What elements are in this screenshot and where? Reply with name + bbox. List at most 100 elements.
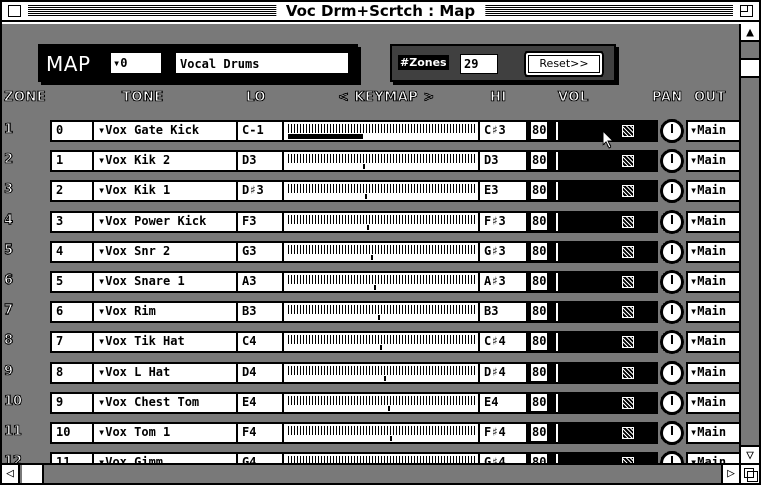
keymap-range-marker[interactable] bbox=[374, 285, 377, 290]
output-popup[interactable]: ▾Main bbox=[686, 180, 739, 203]
keymap-range-marker[interactable] bbox=[380, 345, 383, 351]
lo-key-field[interactable]: E4 bbox=[236, 391, 284, 414]
keymap-strip[interactable] bbox=[282, 422, 480, 444]
tone-index-field[interactable]: 2 bbox=[50, 180, 94, 203]
keymap-strip[interactable] bbox=[282, 271, 480, 293]
tone-index-field[interactable]: 10 bbox=[50, 422, 94, 444]
output-popup[interactable]: ▾Main bbox=[686, 240, 739, 263]
hi-key-field[interactable]: C♯4 bbox=[478, 331, 528, 354]
vertical-scrollbar[interactable]: ▲ ▽ bbox=[739, 24, 759, 463]
volume-slider-thumb[interactable] bbox=[622, 396, 634, 409]
volume-slider[interactable]: 80 bbox=[526, 391, 658, 414]
pan-knob-icon[interactable] bbox=[660, 179, 684, 204]
volume-slider-thumb[interactable] bbox=[622, 366, 634, 379]
tone-popup[interactable]: ▾Vox Tom 1 bbox=[92, 422, 238, 444]
pan-knob-icon[interactable] bbox=[660, 239, 684, 264]
output-popup[interactable]: ▾Main bbox=[686, 391, 739, 414]
tone-index-field[interactable]: 1 bbox=[50, 150, 94, 173]
pan-knob-icon[interactable] bbox=[660, 421, 684, 445]
volume-slider-thumb[interactable] bbox=[622, 155, 634, 168]
hi-key-field[interactable]: F♯3 bbox=[478, 210, 528, 233]
hi-key-field[interactable]: E3 bbox=[478, 180, 528, 203]
lo-key-field[interactable]: C4 bbox=[236, 331, 284, 354]
volume-value[interactable]: 80 bbox=[528, 242, 558, 261]
scroll-left-arrow-icon[interactable]: ◁ bbox=[2, 465, 20, 483]
pan-knob-icon[interactable] bbox=[660, 149, 684, 174]
volume-slider-thumb[interactable] bbox=[622, 427, 634, 439]
hi-key-field[interactable]: G♯4 bbox=[478, 452, 528, 463]
volume-slider-thumb[interactable] bbox=[622, 276, 634, 288]
lo-key-field[interactable]: A3 bbox=[236, 271, 284, 293]
output-popup[interactable]: ▾Main bbox=[686, 150, 739, 173]
keymap-range-marker[interactable] bbox=[366, 224, 369, 230]
header-keymap[interactable]: < KEYMAP > bbox=[338, 90, 435, 106]
keymap-strip[interactable] bbox=[282, 391, 480, 414]
pan-knob-icon[interactable] bbox=[660, 330, 684, 355]
tone-popup[interactable]: ▾Vox Snare 1 bbox=[92, 271, 238, 293]
volume-slider[interactable]: 80 bbox=[526, 301, 658, 324]
tone-index-field[interactable]: 0 bbox=[50, 120, 94, 142]
tone-popup[interactable]: ▾Vox Snr 2 bbox=[92, 240, 238, 263]
map-name-field[interactable]: Vocal Drums bbox=[174, 51, 350, 75]
volume-value[interactable]: 80 bbox=[528, 333, 558, 352]
volume-slider[interactable]: 80 bbox=[526, 180, 658, 203]
output-popup[interactable]: ▾Main bbox=[686, 210, 739, 233]
keymap-range-marker[interactable] bbox=[370, 254, 373, 260]
hi-key-field[interactable]: D3 bbox=[478, 150, 528, 173]
lo-key-field[interactable]: F3 bbox=[236, 210, 284, 233]
tone-index-field[interactable]: 11 bbox=[50, 452, 94, 463]
horizontal-scroll-thumb[interactable] bbox=[22, 465, 44, 483]
volume-value[interactable]: 80 bbox=[528, 212, 558, 231]
lo-key-field[interactable]: F4 bbox=[236, 422, 284, 444]
hi-key-field[interactable]: D♯4 bbox=[478, 361, 528, 384]
lo-key-field[interactable]: D♯3 bbox=[236, 180, 284, 203]
resize-grow-box-icon[interactable] bbox=[739, 463, 759, 483]
volume-slider-thumb[interactable] bbox=[622, 245, 634, 258]
keymap-strip[interactable] bbox=[282, 301, 480, 324]
pan-knob-icon[interactable] bbox=[660, 300, 684, 325]
hi-key-field[interactable]: A♯3 bbox=[478, 271, 528, 293]
volume-value[interactable]: 80 bbox=[528, 393, 558, 412]
keymap-range-marker[interactable] bbox=[387, 405, 390, 411]
tone-popup[interactable]: ▾Vox Kik 1 bbox=[92, 180, 238, 203]
keymap-range-marker[interactable] bbox=[378, 315, 381, 321]
tone-index-field[interactable]: 9 bbox=[50, 391, 94, 414]
zoom-box-icon[interactable] bbox=[740, 5, 753, 17]
pan-knob-icon[interactable] bbox=[660, 209, 684, 234]
tone-popup[interactable]: ▾Vox Kik 2 bbox=[92, 150, 238, 173]
zones-count-field[interactable]: 29 bbox=[460, 54, 498, 74]
tone-popup[interactable]: ▾Vox Gate Kick bbox=[92, 120, 238, 142]
scroll-right-arrow-icon[interactable]: ▷ bbox=[721, 465, 739, 483]
keymap-range-marker[interactable] bbox=[363, 164, 366, 170]
lo-key-field[interactable]: C-1 bbox=[236, 120, 284, 142]
output-popup[interactable]: ▾Main bbox=[686, 361, 739, 384]
volume-value[interactable]: 80 bbox=[528, 122, 558, 140]
hi-key-field[interactable]: E4 bbox=[478, 391, 528, 414]
tone-index-field[interactable]: 3 bbox=[50, 210, 94, 233]
volume-slider[interactable]: 80 bbox=[526, 210, 658, 233]
tone-popup[interactable]: ▾Vox Gimm bbox=[92, 452, 238, 463]
keymap-strip[interactable] bbox=[282, 210, 480, 233]
volume-slider[interactable]: 80 bbox=[526, 150, 658, 173]
scroll-down-arrow-icon[interactable]: ▽ bbox=[741, 445, 759, 463]
volume-value[interactable]: 80 bbox=[528, 182, 558, 201]
keymap-strip[interactable] bbox=[282, 240, 480, 263]
volume-value[interactable]: 80 bbox=[528, 363, 558, 382]
volume-value[interactable]: 80 bbox=[528, 424, 558, 442]
volume-slider[interactable]: 80 bbox=[526, 240, 658, 263]
tone-index-field[interactable]: 8 bbox=[50, 361, 94, 384]
vertical-scroll-thumb[interactable] bbox=[741, 58, 759, 78]
output-popup[interactable]: ▾Main bbox=[686, 120, 739, 142]
keymap-strip[interactable] bbox=[282, 452, 480, 463]
volume-slider[interactable]: 80 bbox=[526, 422, 658, 444]
close-box-icon[interactable] bbox=[8, 5, 21, 17]
volume-slider[interactable]: 80 bbox=[526, 271, 658, 293]
tone-index-field[interactable]: 6 bbox=[50, 301, 94, 324]
pan-knob-icon[interactable] bbox=[660, 451, 684, 463]
hi-key-field[interactable]: G♯3 bbox=[478, 240, 528, 263]
keymap-range-marker[interactable] bbox=[383, 375, 386, 381]
lo-key-field[interactable]: B3 bbox=[236, 301, 284, 324]
lo-key-field[interactable]: G4 bbox=[236, 452, 284, 463]
volume-value[interactable]: 80 bbox=[528, 152, 558, 171]
output-popup[interactable]: ▾Main bbox=[686, 331, 739, 354]
